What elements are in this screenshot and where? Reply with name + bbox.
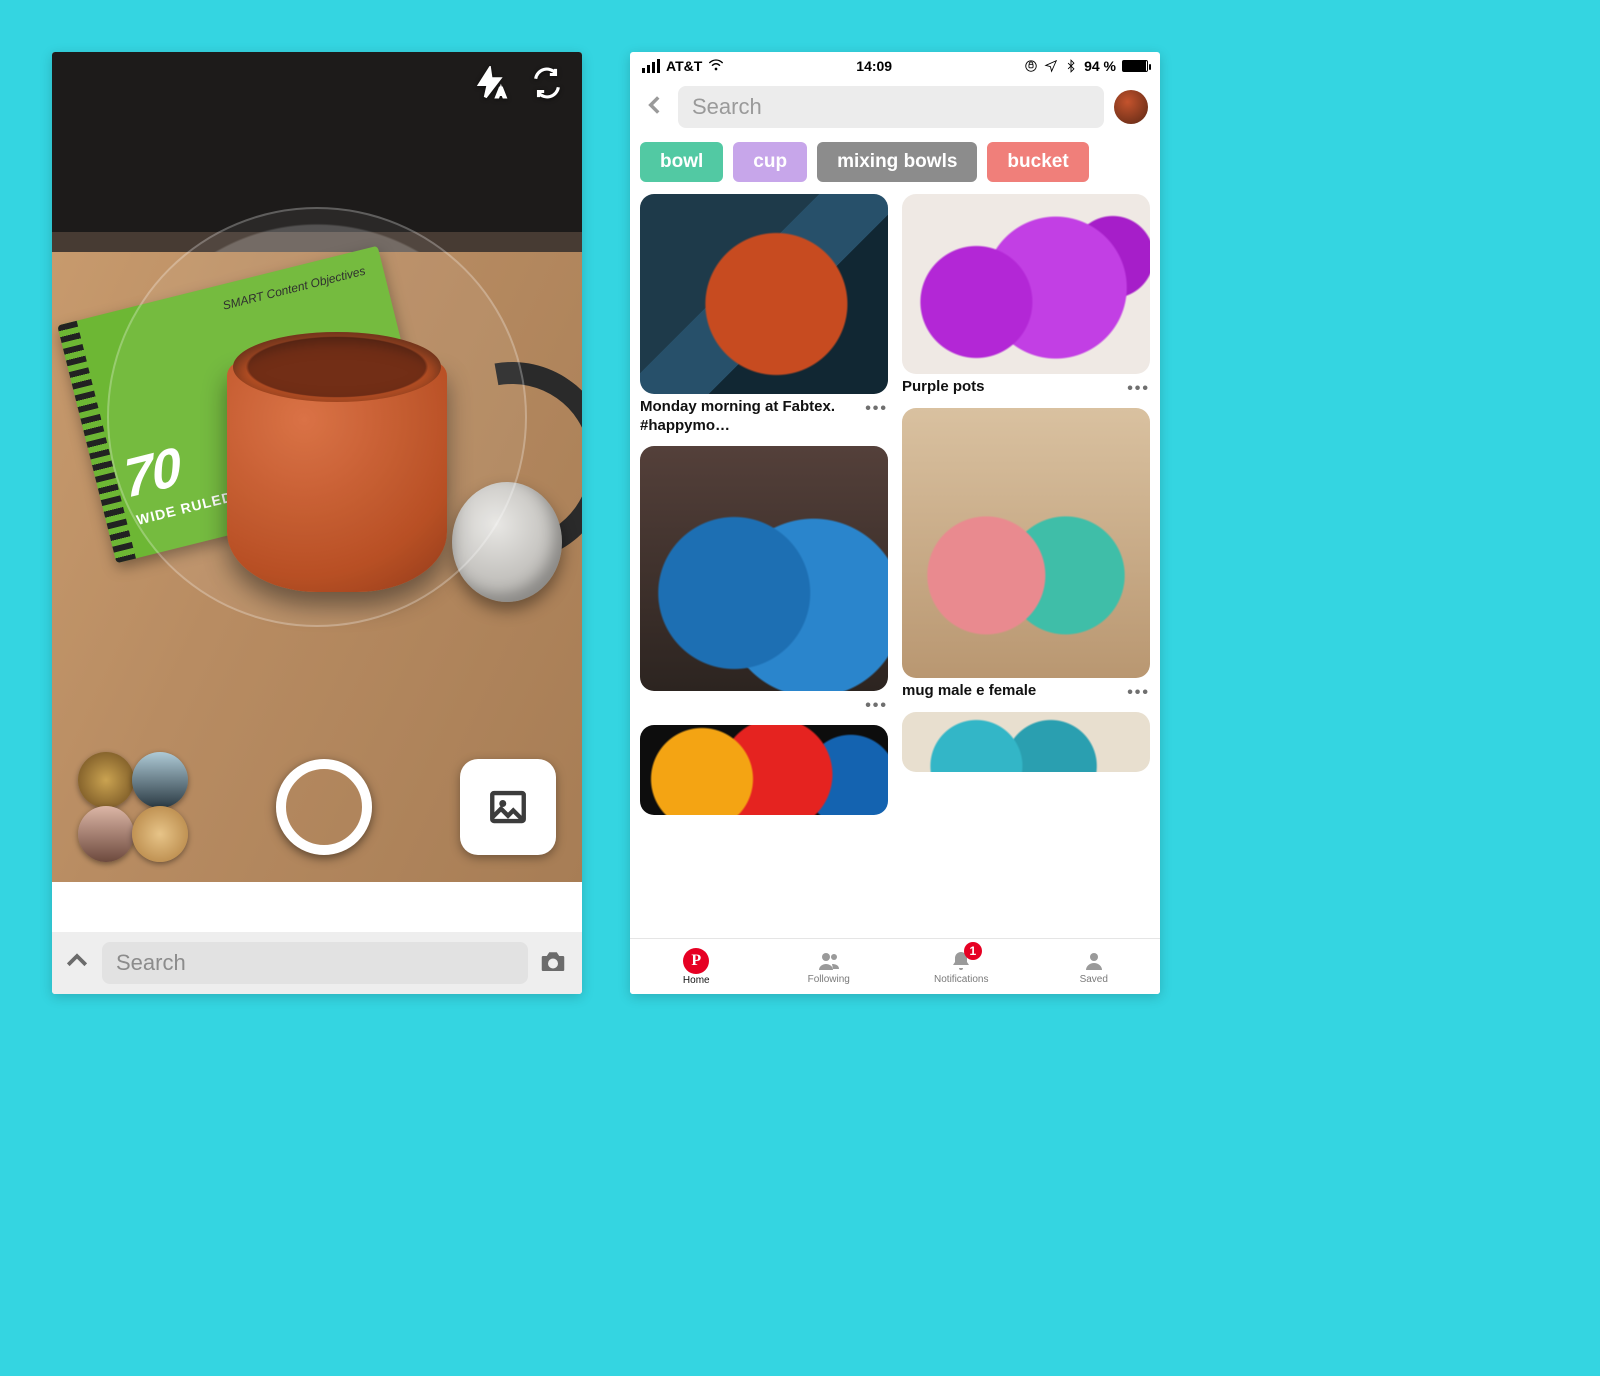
pin-card[interactable]: Purple pots ••• [902,194,1150,398]
person-icon [1082,949,1106,973]
pin-image[interactable] [640,194,888,394]
tab-following[interactable]: Following [763,939,896,994]
status-bar: AT&T 14:09 94 % [630,52,1160,80]
tab-label: Home [683,975,710,986]
tab-label: Saved [1080,974,1108,985]
flash-auto-icon[interactable]: A [474,66,508,105]
gallery-button[interactable] [460,759,556,855]
chip-bucket[interactable]: bucket [987,142,1088,182]
tab-label: Notifications [934,974,988,985]
more-icon[interactable]: ••• [1127,378,1150,398]
search-placeholder: Search [692,94,762,120]
more-icon[interactable]: ••• [865,398,888,418]
people-icon [817,949,841,973]
pin-image[interactable] [640,725,888,815]
pin-card[interactable] [902,712,1150,772]
wifi-icon [708,57,724,76]
clock-label: 14:09 [856,58,892,74]
pin-card[interactable] [640,725,888,815]
suggestion-chips: bowl cup mixing bowls bucket [630,134,1160,190]
search-input[interactable]: Search [678,86,1104,128]
more-icon[interactable]: ••• [865,695,888,715]
battery-percent: 94 % [1084,58,1116,74]
results-grid[interactable]: Monday morning at Fabtex. #happymo… ••• … [630,190,1160,815]
back-button[interactable] [642,92,668,123]
camera-viewfinder: SMART Content Objectives 70 WIDE RULED A [52,52,582,882]
pin-title: mug male e female [902,682,1036,701]
notification-badge: 1 [964,942,982,960]
signal-bars-icon [642,59,660,73]
pin-title: Monday morning at Fabtex. #happymo… [640,398,859,436]
pin-image[interactable] [902,194,1150,374]
pin-image[interactable] [902,408,1150,678]
location-arrow-icon [1044,59,1058,73]
pin-card[interactable]: Monday morning at Fabtex. #happymo… ••• [640,194,888,436]
camera-screen: SMART Content Objectives 70 WIDE RULED A [52,52,582,994]
profile-avatar[interactable] [1114,90,1148,124]
search-input[interactable]: Search [102,942,528,984]
scene-cup [227,332,447,592]
tab-notifications[interactable]: 1 Notifications [895,939,1028,994]
bluetooth-icon [1064,59,1078,73]
chip-mixing-bowls[interactable]: mixing bowls [817,142,977,182]
carrier-label: AT&T [666,58,702,74]
chip-cup[interactable]: cup [733,142,807,182]
svg-text:A: A [497,85,506,100]
notebook-number: 70 [121,435,182,511]
pin-card[interactable]: ••• [640,446,888,715]
chip-bowl[interactable]: bowl [640,142,723,182]
rotation-lock-icon [1024,59,1038,73]
results-screen: AT&T 14:09 94 % Search [630,52,1160,994]
camera-flip-icon[interactable] [530,66,564,105]
bottom-tab-bar: P Home Following 1 Notifications Saved [630,938,1160,994]
pinterest-logo-icon: P [683,948,709,974]
search-placeholder: Search [116,950,186,976]
expand-up-icon[interactable] [62,946,92,981]
bottom-search-bar: Search [52,932,582,994]
tab-label: Following [808,974,850,985]
tab-saved[interactable]: Saved [1028,939,1161,994]
battery-icon [1122,60,1148,72]
shutter-button[interactable] [276,759,372,855]
pin-card[interactable]: mug male e female ••• [902,408,1150,702]
pin-title: Purple pots [902,378,985,397]
scene-earcup [452,482,562,602]
pin-image[interactable] [640,446,888,691]
camera-icon[interactable] [538,946,568,981]
pin-image[interactable] [902,712,1150,772]
tab-home[interactable]: P Home [630,939,763,994]
recent-pins-cluster[interactable] [78,752,188,862]
more-icon[interactable]: ••• [1127,682,1150,702]
